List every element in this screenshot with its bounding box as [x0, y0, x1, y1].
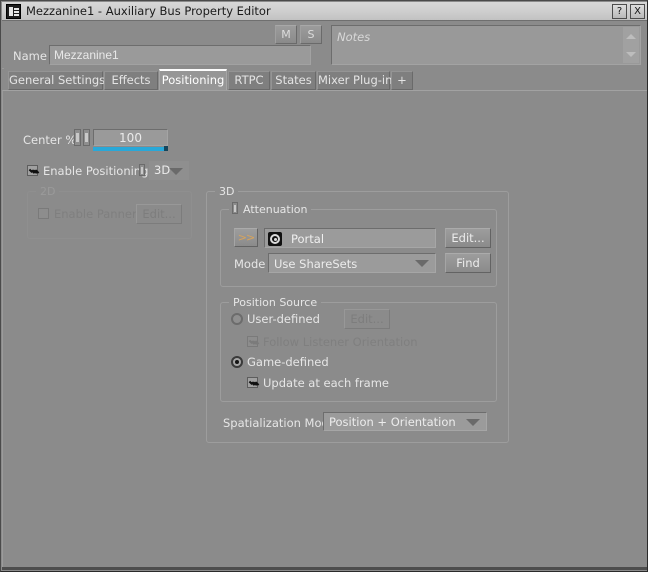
follow-listener-orientation-checkbox: [247, 336, 258, 347]
bullseye-icon: [268, 232, 282, 246]
group-position-source-title: Position Source: [229, 296, 322, 309]
tab-mixer-plugin[interactable]: Mixer Plug-in: [317, 71, 392, 90]
attenuation-edit-button[interactable]: Edit...: [445, 228, 491, 248]
follow-listener-orientation-label: Follow Listener Orientation: [263, 335, 418, 349]
user-defined-edit-button: Edit...: [344, 309, 390, 329]
tab-add[interactable]: +: [391, 71, 413, 90]
enable-positioning-label: Enable Positioning:: [43, 164, 153, 178]
close-icon[interactable]: X: [630, 3, 645, 19]
center-percent-label: Center %: [23, 133, 77, 147]
group-3d: 3D Attenuation >> Portal Edit... Mode Us…: [206, 185, 509, 443]
game-defined-label: Game-defined: [247, 355, 329, 369]
spatialization-mode-label: Spatialization Mode: [223, 416, 336, 430]
mute-button[interactable]: M: [275, 25, 297, 44]
center-percent-automation-icon[interactable]: [83, 129, 90, 146]
enable-panner-checkbox: [38, 208, 49, 219]
user-defined-label: User-defined: [247, 312, 320, 326]
center-percent-slider-track[interactable]: [93, 147, 165, 151]
center-percent-slider-knob[interactable]: [164, 146, 168, 151]
help-button[interactable]: ?: [612, 3, 627, 19]
tab-bar: General Settings Effects Positioning RTP…: [2, 69, 647, 90]
tab-states[interactable]: States: [271, 71, 316, 90]
window-title: Mezzanine1 - Auxiliary Bus Property Edit…: [26, 4, 271, 18]
chevron-up-icon[interactable]: [626, 33, 636, 39]
group-attenuation: Attenuation >> Portal Edit... Mode Use S…: [220, 202, 497, 287]
attenuation-mode-combo[interactable]: Use ShareSets: [268, 253, 436, 273]
attenuation-mode-label: Mode: [234, 257, 266, 271]
spatialization-mode-combo[interactable]: Position + Orientation: [323, 412, 487, 431]
enable-panner-label: Enable Panner: [54, 207, 137, 221]
group-2d-title: 2D: [36, 185, 60, 198]
spatialization-mode-value: Position + Orientation: [329, 415, 456, 429]
attenuation-link-icon[interactable]: [232, 202, 238, 214]
name-label: Name: [13, 49, 47, 63]
group-3d-title: 3D: [215, 185, 239, 198]
center-percent-value: 100: [119, 131, 142, 145]
positioning-mode-link-icon[interactable]: [139, 164, 145, 176]
panner-edit-button: Edit...: [136, 204, 182, 224]
tab-general-settings[interactable]: General Settings: [8, 71, 105, 90]
attenuation-forward-button[interactable]: >>: [234, 228, 258, 247]
property-editor-window: Mezzanine1 - Auxiliary Bus Property Edit…: [0, 0, 648, 572]
positioning-mode-value: 3D: [154, 163, 171, 177]
solo-button[interactable]: S: [300, 25, 322, 44]
chevron-down-icon[interactable]: [415, 260, 429, 267]
enable-positioning-checkbox[interactable]: [27, 165, 38, 176]
group-2d: 2D Enable Panner Edit...: [27, 185, 192, 239]
user-defined-radio[interactable]: [231, 313, 243, 325]
notes-scrollbar[interactable]: [623, 27, 639, 63]
tab-effects[interactable]: Effects: [104, 71, 158, 90]
name-input[interactable]: [49, 45, 311, 65]
attenuation-shareset-field[interactable]: Portal: [264, 228, 436, 248]
center-percent-slider[interactable]: 100: [93, 129, 168, 146]
notes-placeholder: Notes: [337, 30, 371, 44]
tab-positioning[interactable]: Positioning: [159, 69, 227, 90]
chevron-down-icon[interactable]: [169, 167, 183, 175]
title-bar[interactable]: Mezzanine1 - Auxiliary Bus Property Edit…: [2, 2, 647, 21]
game-defined-radio[interactable]: [231, 356, 243, 368]
attenuation-shareset-value: Portal: [291, 232, 325, 246]
group-position-source: Position Source User-defined Edit... Fol…: [220, 296, 497, 402]
chevron-down-icon[interactable]: [466, 418, 480, 426]
group-attenuation-title: Attenuation: [229, 203, 312, 216]
panel-bottom-edge: [2, 567, 647, 570]
update-each-frame-label: Update at each frame: [263, 376, 390, 390]
chevron-down-icon[interactable]: [626, 51, 636, 57]
wwise-app-icon: [6, 3, 21, 19]
update-each-frame-checkbox[interactable]: [247, 377, 258, 388]
attenuation-find-button[interactable]: Find: [445, 253, 491, 273]
attenuation-mode-value: Use ShareSets: [274, 257, 358, 271]
tab-rtpc[interactable]: RTPC: [228, 71, 270, 90]
positioning-panel: Center % 100 Enable Positioning: 3D 2D E…: [2, 90, 647, 568]
positioning-mode-combo[interactable]: 3D: [149, 161, 189, 180]
center-percent-link-icon[interactable]: [74, 129, 81, 146]
notes-field[interactable]: Notes: [331, 25, 641, 65]
